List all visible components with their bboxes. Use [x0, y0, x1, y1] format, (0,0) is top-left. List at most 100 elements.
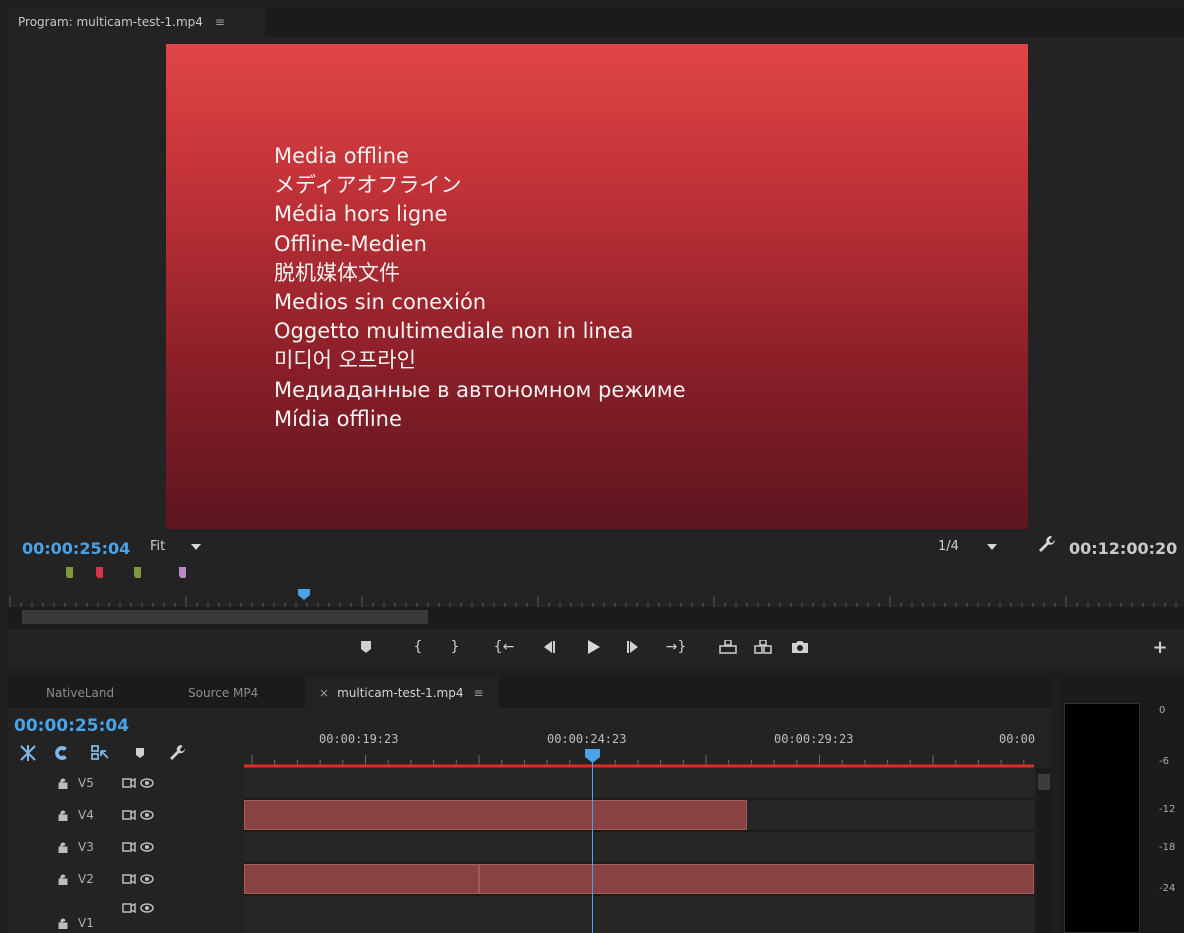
add-marker-button[interactable] [354, 635, 378, 659]
marker-icon[interactable] [134, 567, 141, 578]
track-lane-v5[interactable] [244, 768, 1034, 800]
marker-icon[interactable] [66, 567, 73, 578]
button-editor-add-button[interactable]: + [1148, 635, 1172, 659]
track-lane-v4[interactable] [244, 800, 1034, 832]
track-header-v1: V1 [8, 896, 244, 933]
sync-lock-icon[interactable] [122, 778, 136, 788]
timeline-playhead-icon[interactable] [585, 749, 600, 763]
wrench-icon[interactable] [168, 743, 188, 763]
program-playhead-timecode[interactable]: 00:00:25:04 [22, 539, 130, 558]
insert-nest-icon[interactable] [18, 743, 38, 763]
go-to-out-icon: →} [665, 639, 687, 655]
sync-lock-icon[interactable] [122, 874, 136, 884]
panel-menu-icon[interactable]: ≡ [473, 686, 483, 700]
offline-clip[interactable] [244, 864, 479, 894]
track-header-v2: V2 [8, 864, 244, 894]
track-lane-v2[interactable] [244, 864, 1034, 896]
export-frame-button[interactable] [788, 635, 812, 659]
eye-icon[interactable] [140, 842, 154, 852]
snap-icon[interactable] [52, 743, 72, 763]
lock-icon[interactable] [58, 810, 68, 821]
scrollbar-thumb[interactable] [22, 610, 428, 624]
media-offline-text: Media offline メディアオフライン Média hors ligne… [274, 142, 686, 434]
sync-lock-icon[interactable] [122, 842, 136, 852]
go-to-in-button[interactable]: {← [492, 635, 516, 659]
track-lane-v3[interactable] [244, 832, 1034, 864]
lock-icon[interactable] [58, 918, 68, 929]
monitor-zoom-scrollbar[interactable] [8, 607, 1184, 629]
audio-meter-bar [1064, 703, 1140, 933]
eye-icon[interactable] [140, 810, 154, 820]
media-offline-frame: Media offline メディアオフライン Média hors ligne… [166, 44, 1028, 529]
audio-meter-panel: 0 -6 -12 -18 -24 [1058, 675, 1184, 933]
offline-line: Mídia offline [274, 406, 402, 431]
panel-menu-icon[interactable]: ≡ [215, 15, 225, 29]
track-name[interactable]: V3 [78, 840, 94, 854]
db-label: -18 [1159, 842, 1176, 853]
tab-source-mp4[interactable]: Source MP4 [188, 677, 258, 708]
playback-resolution-value: 1/4 [938, 539, 959, 554]
zoom-level-select[interactable]: Fit [150, 539, 230, 554]
mark-out-button[interactable]: } [443, 635, 467, 659]
offline-line: Offline-Medien [274, 231, 427, 256]
step-forward-button[interactable] [621, 635, 645, 659]
sync-lock-icon[interactable] [122, 810, 136, 820]
step-back-button[interactable] [537, 635, 561, 659]
timeline-playhead-timecode[interactable]: 00:00:25:04 [14, 716, 129, 736]
db-label: 0 [1159, 705, 1166, 716]
ruler-ticks [244, 755, 1034, 768]
track-name[interactable]: V2 [78, 872, 94, 886]
marker-icon[interactable] [179, 567, 186, 578]
eye-icon[interactable] [140, 778, 154, 788]
offline-clip[interactable] [244, 800, 747, 830]
marker-icon[interactable] [96, 567, 103, 578]
offline-line: 脱机媒体文件 [274, 260, 400, 285]
monitor-time-ruler[interactable] [8, 587, 1184, 607]
linked-selection-icon[interactable] [90, 743, 110, 763]
close-icon[interactable]: × [319, 686, 329, 700]
transport-controls: { } {← →} + [8, 631, 1184, 667]
lock-icon[interactable] [58, 778, 68, 789]
lock-icon[interactable] [58, 874, 68, 885]
offline-clip[interactable] [479, 864, 1034, 894]
go-to-in-icon: {← [493, 639, 515, 655]
tab-label: multicam-test-1.mp4 [337, 685, 464, 700]
lift-button[interactable] [716, 635, 740, 659]
tab-multicam-test-1[interactable]: × multicam-test-1.mp4 ≡ [305, 677, 498, 708]
sync-lock-icon[interactable] [122, 903, 136, 913]
offline-line: Медиаданные в автономном режиме [274, 377, 686, 402]
timeline-tab-bar: NativeLand Source MP4 × multicam-test-1.… [8, 677, 1052, 708]
timeline-playhead-line[interactable] [592, 761, 593, 933]
play-button[interactable] [581, 635, 605, 659]
eye-icon[interactable] [140, 874, 154, 884]
db-label: -6 [1159, 756, 1169, 767]
db-label: -12 [1159, 804, 1176, 815]
chevron-down-icon [987, 543, 998, 550]
playback-resolution-select[interactable]: 1/4 [938, 539, 1018, 554]
timeline-vertical-scrollbar[interactable] [1036, 768, 1052, 933]
track-lane-v1[interactable] [244, 896, 1034, 933]
extract-button[interactable] [751, 635, 775, 659]
tab-nativeland[interactable]: NativeLand [46, 677, 114, 708]
lock-icon[interactable] [58, 842, 68, 853]
track-name[interactable]: V4 [78, 808, 94, 822]
add-marker-icon[interactable] [130, 743, 150, 763]
track-name[interactable]: V1 [78, 916, 94, 930]
eye-icon[interactable] [140, 903, 154, 913]
offline-line: Média hors ligne [274, 202, 448, 227]
program-tab[interactable]: Program: multicam-test-1.mp4 ≡ [8, 7, 265, 37]
offline-line: Media offline [274, 144, 409, 168]
program-tab-bar: Program: multicam-test-1.mp4 ≡ [8, 7, 1184, 37]
wrench-icon[interactable] [1036, 533, 1058, 555]
scrollbar-thumb[interactable] [1038, 774, 1050, 790]
track-name[interactable]: V5 [78, 776, 94, 790]
mark-in-button[interactable]: { [406, 635, 430, 659]
chevron-down-icon [191, 543, 202, 550]
tab-label: NativeLand [46, 685, 115, 700]
timeline-track-area[interactable] [244, 768, 1034, 933]
go-to-out-button[interactable]: →} [664, 635, 688, 659]
offline-line: Medios sin conexión [274, 289, 487, 314]
timeline-time-ruler[interactable]: 00:00:19:23 00:00:24:23 00:00:29:23 00:0… [244, 710, 1035, 768]
mark-out-icon: } [450, 639, 460, 655]
timeline-panel: NativeLand Source MP4 × multicam-test-1.… [8, 677, 1052, 933]
